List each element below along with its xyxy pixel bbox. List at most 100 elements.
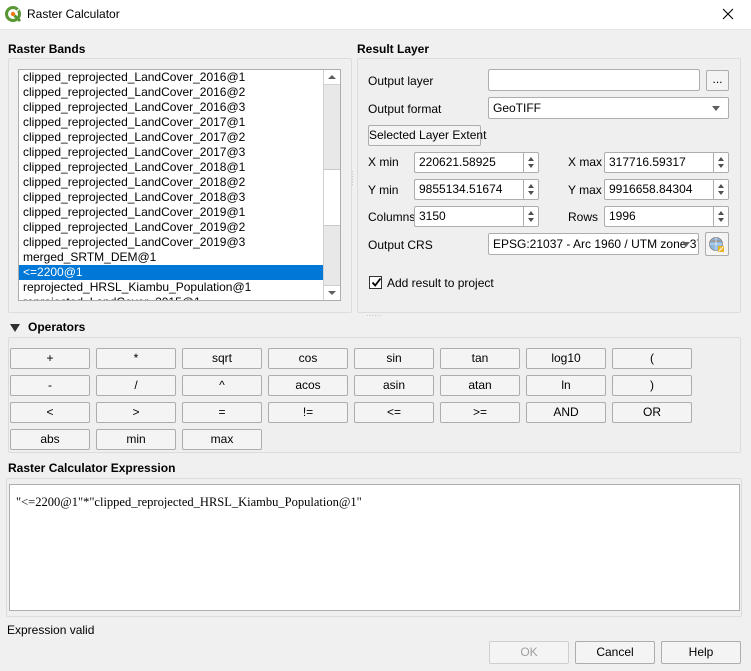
operator-button[interactable]: > [96, 402, 176, 423]
xmax-value[interactable]: 317716.59317 [604, 152, 713, 173]
close-icon[interactable] [719, 5, 737, 23]
operator-button[interactable]: - [10, 375, 90, 396]
operator-button[interactable]: ( [612, 348, 692, 369]
raster-bands-list[interactable]: clipped_reprojected_LandCover_2016@1 clip… [18, 69, 341, 301]
ymin-spinbox[interactable]: 9855134.51674 [414, 179, 539, 200]
operator-button[interactable]: / [96, 375, 176, 396]
operator-button[interactable]: min [96, 429, 176, 450]
raster-band-item[interactable]: clipped_reprojected_LandCover_2017@1 [19, 115, 323, 130]
operator-button[interactable]: abs [10, 429, 90, 450]
expression-text[interactable]: "<=2200@1"*"clipped_reprojected_HRSL_Kia… [16, 495, 362, 510]
operator-button[interactable]: = [182, 402, 262, 423]
checkmark-icon [371, 277, 382, 287]
ymax-stepper[interactable] [713, 179, 729, 200]
help-button[interactable]: Help [661, 641, 741, 664]
raster-band-item[interactable]: clipped_reprojected_LandCover_2017@3 [19, 145, 323, 160]
operator-button[interactable]: < [10, 402, 90, 423]
horizontal-splitter-handle[interactable]: ······ [348, 170, 357, 186]
operator-button[interactable]: OR [612, 402, 692, 423]
output-format-value: GeoTIFF [493, 101, 542, 115]
raster-band-item[interactable]: clipped_reprojected_LandCover_2016@3 [19, 100, 323, 115]
xmin-stepper[interactable] [523, 152, 539, 173]
scroll-down-arrow[interactable] [324, 285, 340, 300]
rows-spinbox[interactable]: 1996 [604, 206, 729, 227]
operator-button[interactable]: AND [526, 402, 606, 423]
output-crs-value: EPSG:21037 - Arc 1960 / UTM zone 37 [493, 237, 699, 251]
output-format-label: Output format [368, 102, 442, 116]
select-crs-button[interactable] [705, 232, 729, 256]
expression-label: Raster Calculator Expression [8, 461, 176, 475]
output-crs-select[interactable]: EPSG:21037 - Arc 1960 / UTM zone 37 [488, 233, 699, 255]
output-crs-label: Output CRS [368, 238, 433, 252]
ok-button[interactable]: OK [489, 641, 569, 664]
operator-button[interactable]: tan [440, 348, 520, 369]
collapse-triangle-icon[interactable] [10, 324, 20, 332]
scroll-thumb[interactable] [324, 169, 340, 226]
operator-button[interactable]: max [182, 429, 262, 450]
raster-bands-items: clipped_reprojected_LandCover_2016@1 clip… [19, 70, 323, 300]
operator-button[interactable]: sqrt [182, 348, 262, 369]
raster-band-item[interactable]: clipped_reprojected_LandCover_2016@1 [19, 70, 323, 85]
operator-button[interactable]: ln [526, 375, 606, 396]
ymax-spinbox[interactable]: 9916658.84304 [604, 179, 729, 200]
output-layer-label: Output layer [368, 74, 434, 88]
raster-band-item[interactable]: <=2200@1 [19, 265, 323, 280]
raster-band-item[interactable]: clipped_reprojected_LandCover_2019@1 [19, 205, 323, 220]
raster-band-item[interactable]: clipped_reprojected_LandCover_2019@3 [19, 235, 323, 250]
raster-band-item[interactable]: merged_SRTM_DEM@1 [19, 250, 323, 265]
operator-button[interactable]: * [96, 348, 176, 369]
raster-bands-scrollbar[interactable] [323, 70, 340, 300]
raster-band-item[interactable]: reprojected_LandCover_2015@1 [19, 295, 323, 300]
xmin-label: X min [368, 155, 399, 169]
columns-spinbox[interactable]: 3150 [414, 206, 539, 227]
ymax-value[interactable]: 9916658.84304 [604, 179, 713, 200]
selected-layer-extent-button[interactable]: Selected Layer Extent [368, 125, 486, 146]
cancel-button[interactable]: Cancel [575, 641, 655, 664]
columns-value[interactable]: 3150 [414, 206, 523, 227]
raster-bands-label: Raster Bands [8, 42, 86, 56]
chevron-down-icon [712, 106, 720, 111]
operator-button[interactable]: cos [268, 348, 348, 369]
operator-button[interactable]: ^ [182, 375, 262, 396]
raster-band-item[interactable]: clipped_reprojected_LandCover_2018@2 [19, 175, 323, 190]
raster-band-item[interactable]: clipped_reprojected_LandCover_2019@2 [19, 220, 323, 235]
raster-band-item[interactable]: clipped_reprojected_LandCover_2017@2 [19, 130, 323, 145]
raster-band-item[interactable]: clipped_reprojected_LandCover_2018@3 [19, 190, 323, 205]
operator-button[interactable]: >= [440, 402, 520, 423]
rows-stepper[interactable] [713, 206, 729, 227]
output-layer-input[interactable] [488, 69, 700, 91]
operator-button[interactable]: asin [354, 375, 434, 396]
xmin-value[interactable]: 220621.58925 [414, 152, 523, 173]
rows-value[interactable]: 1996 [604, 206, 713, 227]
operator-button[interactable]: + [10, 348, 90, 369]
vertical-splitter-handle[interactable]: ······ [366, 311, 382, 320]
ymin-value[interactable]: 9855134.51674 [414, 179, 523, 200]
xmin-spinbox[interactable]: 220621.58925 [414, 152, 539, 173]
columns-stepper[interactable] [523, 206, 539, 227]
operator-button[interactable]: ) [612, 375, 692, 396]
raster-band-item[interactable]: reprojected_HRSL_Kiambu_Population@1 [19, 280, 323, 295]
chevron-down-icon [682, 242, 690, 247]
ymin-stepper[interactable] [523, 179, 539, 200]
scroll-up-arrow[interactable] [324, 70, 340, 85]
operator-button[interactable]: atan [440, 375, 520, 396]
browse-output-button[interactable]: ... [706, 70, 729, 91]
expression-editor[interactable]: "<=2200@1"*"clipped_reprojected_HRSL_Kia… [9, 484, 740, 611]
columns-label: Columns [368, 210, 416, 224]
add-result-checkbox[interactable] [369, 276, 382, 289]
title-bar: Raster Calculator [0, 0, 751, 30]
operator-button[interactable]: acos [268, 375, 348, 396]
ymax-label: Y max [568, 183, 602, 197]
expression-status: Expression valid [7, 623, 95, 637]
operators-label[interactable]: Operators [28, 320, 85, 334]
raster-band-item[interactable]: clipped_reprojected_LandCover_2018@1 [19, 160, 323, 175]
operator-button[interactable]: <= [354, 402, 434, 423]
operator-button[interactable]: != [268, 402, 348, 423]
operator-button[interactable]: sin [354, 348, 434, 369]
raster-band-item[interactable]: clipped_reprojected_LandCover_2016@2 [19, 85, 323, 100]
xmax-stepper[interactable] [713, 152, 729, 173]
operator-button[interactable]: log10 [526, 348, 606, 369]
xmax-spinbox[interactable]: 317716.59317 [604, 152, 729, 173]
output-format-select[interactable]: GeoTIFF [488, 97, 729, 119]
add-result-label[interactable]: Add result to project [387, 276, 494, 290]
